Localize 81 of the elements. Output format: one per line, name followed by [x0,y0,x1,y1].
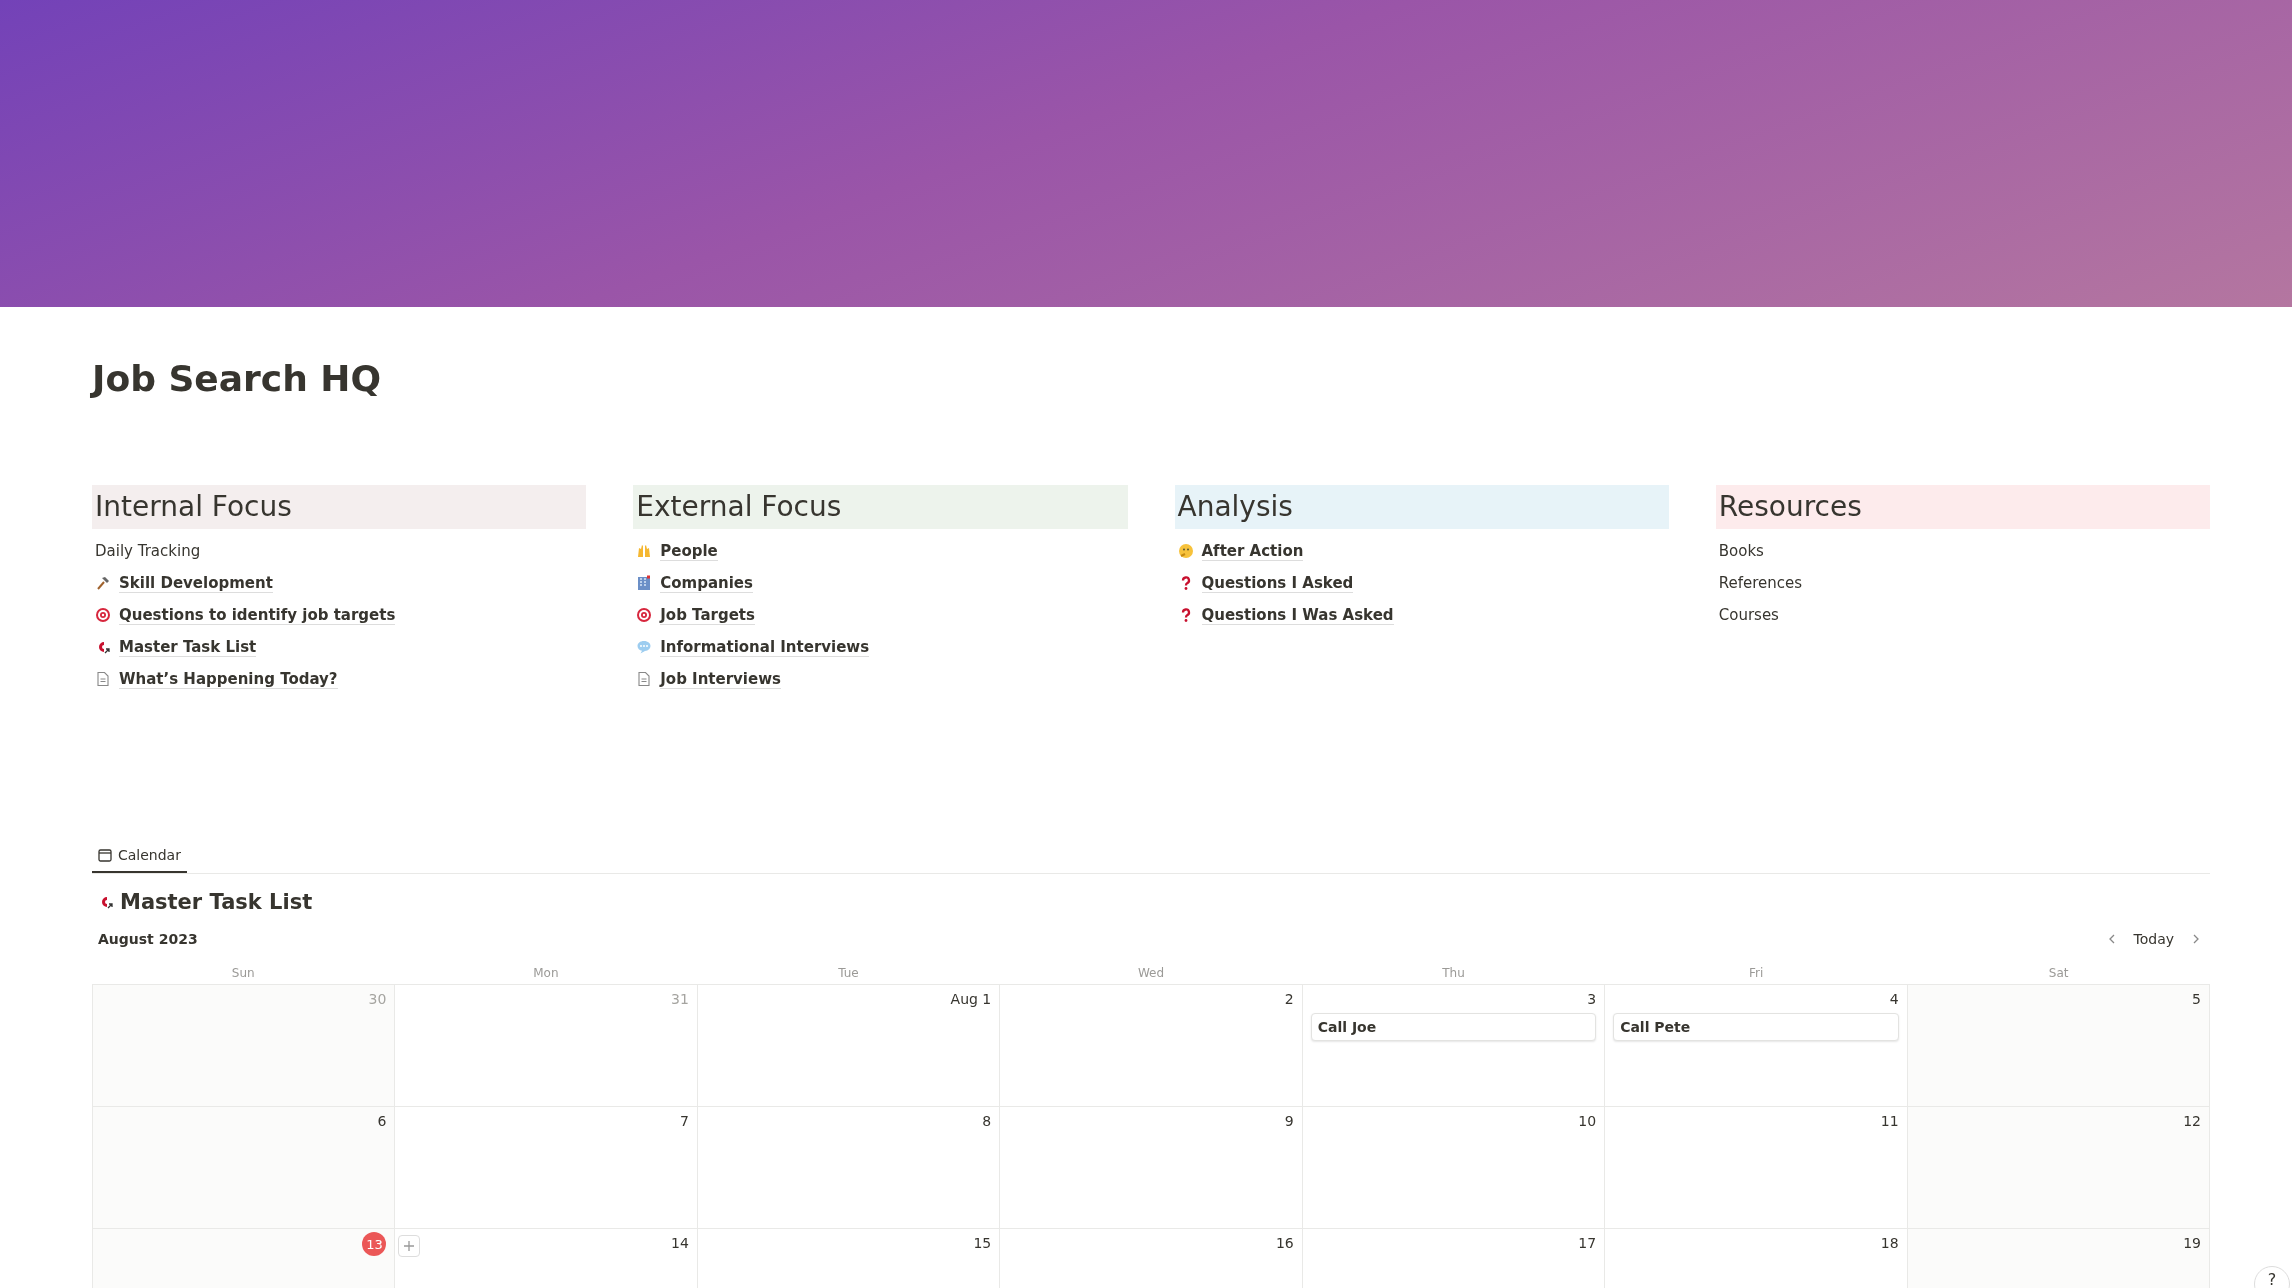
weekday-label: Sat [2047,965,2070,983]
page-link[interactable]: What’s Happening Today? [119,669,338,689]
month-label: August 2023 [98,931,198,948]
day-number: 12 [2183,1113,2201,1130]
day-number: 7 [679,1113,689,1130]
calendar-day[interactable]: 10 [1302,1107,1606,1230]
help-button[interactable]: ? [2254,1266,2290,1288]
weekday-label: Tue [837,965,860,983]
calendar-day[interactable]: 11 [1605,1107,1908,1230]
add-button[interactable] [398,1235,421,1258]
day-number: 17 [1578,1235,1597,1252]
day-number: 9 [1284,1113,1294,1130]
document-icon [95,671,111,688]
raised-hands-icon [636,543,653,560]
calendar-day[interactable]: Aug 1 [697,985,1001,1108]
page-link[interactable]: After Action [1201,541,1304,561]
day-number: Aug 1 [950,991,992,1008]
section-heading: Internal Focus [92,485,587,530]
section-heading: Resources [1715,485,2210,530]
today-button[interactable]: Today [2127,930,2180,949]
day-number: 18 [1880,1235,1899,1252]
text-link[interactable]: Daily Tracking [95,542,201,561]
calendar-day[interactable]: 3 Call Joe [1302,985,1606,1108]
plus-icon [403,1240,416,1253]
document-icon [636,671,653,688]
page-link[interactable]: Questions to identify job targets [119,605,396,625]
calendar-day[interactable]: 2 [1000,985,1303,1108]
day-number: 2 [1284,991,1294,1008]
weekday-label: Sun [230,965,256,983]
calendar-day[interactable]: 6 [93,1107,396,1230]
day-number: 30 [368,991,387,1008]
weekday-label: Wed [1136,965,1166,983]
text-link[interactable]: Books [1718,542,1764,561]
page-link[interactable]: Job Targets [660,605,755,625]
day-number: 14 [671,1235,689,1252]
text-link[interactable]: Courses [1718,606,1779,625]
page-link[interactable]: Job Interviews [660,669,781,689]
calendar-day[interactable]: 5 [1907,985,2210,1108]
calendar-day[interactable]: 8 [697,1107,1001,1230]
page-link[interactable]: Master Task List [119,637,257,657]
weekday-label: Fri [1748,965,1765,983]
target-icon [636,607,653,624]
calendar-icon [98,848,112,863]
thinking-face-icon [1177,543,1194,560]
page-link[interactable]: Questions I Was Asked [1201,605,1394,625]
page-link[interactable]: Informational Interviews [660,637,870,657]
day-number: 6 [377,1113,387,1130]
view-tab[interactable]: Calendar [92,839,187,874]
section-heading: Analysis [1174,485,1669,530]
calendar-day[interactable]: 9 [1000,1107,1303,1230]
event-card[interactable]: Call Pete [1613,1013,1899,1042]
calendar-day[interactable]: 7 [395,1107,698,1230]
weekday-label: Mon [532,965,560,983]
page-link[interactable]: Skill Development [119,573,273,593]
calendar-day[interactable]: 12 [1907,1107,2210,1230]
calendar-day[interactable]: 19 [1907,1229,2210,1288]
page-link[interactable]: Questions I Asked [1201,573,1354,593]
calendar-title: Master Task List [120,890,313,915]
day-number: 31 [671,991,689,1008]
day-number: 8 [982,1113,992,1130]
day-number: 11 [1880,1113,1899,1130]
day-number: 5 [2192,991,2201,1008]
day-number: 15 [973,1235,992,1252]
text-link[interactable]: References [1718,574,1803,593]
day-number: 10 [1578,1113,1597,1130]
day-number: 16 [1275,1235,1294,1252]
day-number: 19 [2183,1235,2201,1252]
event-card[interactable]: Call Joe [1310,1013,1597,1042]
day-number: 4 [1889,991,1899,1008]
day-number: 3 [1587,991,1597,1008]
speech-bubble-icon [636,639,653,656]
page-link[interactable]: Companies [660,573,753,593]
page-link[interactable]: People [660,541,718,561]
target-icon [95,607,111,624]
hammer-icon [95,575,111,592]
weekday-label: Thu [1441,965,1466,983]
building-icon [636,575,653,592]
calendar-day[interactable]: 4 Call Pete [1605,985,1908,1108]
page-title: Job Search HQ [92,357,383,401]
today-date: 13 [362,1232,387,1257]
section-heading: External Focus [633,485,1128,530]
